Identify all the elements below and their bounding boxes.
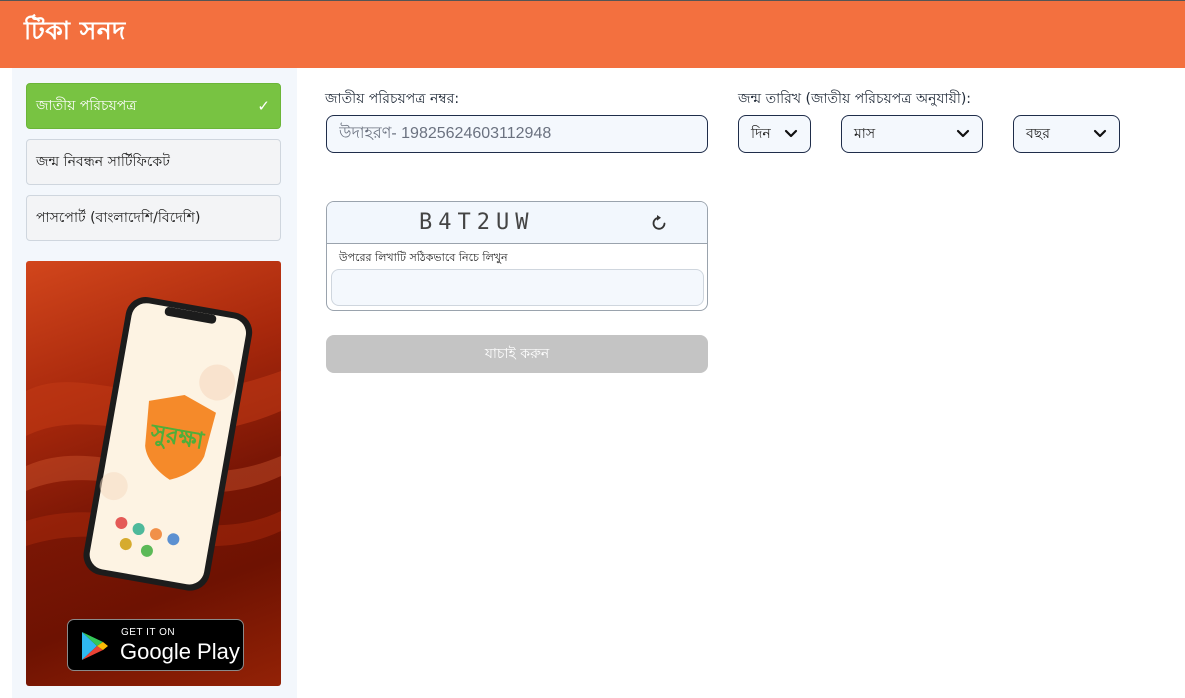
store-badge-caption: GET IT ON [121,627,176,638]
sidebar-item-label: জাতীয় পরিচয়পত্র [36,98,137,114]
chevron-down-icon [784,129,798,138]
year-select[interactable]: বছর [1013,115,1120,153]
app-header: টিকা সনদ [0,0,1185,68]
captcha-hint: উপরের লিখাটি সঠিকভাবে নিচে লিখুন [339,251,508,264]
refresh-icon[interactable] [649,213,669,233]
app-promo-banner: সুরক্ষা GET IT ON Google Play [26,261,281,686]
verify-button[interactable]: যাচাই করুন [326,335,708,373]
captcha-input[interactable] [331,269,704,306]
month-select[interactable]: মাস [841,115,983,153]
day-select[interactable]: দিন [738,115,811,153]
chevron-down-icon [956,129,970,138]
sidebar-item-label: পাসপোর্ট (বাংলাদেশি/বিদেশি) [36,210,201,226]
month-select-value: মাস [854,126,876,142]
google-play-badge[interactable]: GET IT ON Google Play [67,619,244,671]
store-badge-name: Google Play [120,639,240,664]
sidebar-item-nid[interactable]: জাতীয় পরিচয়পত্র ✓ [26,83,281,129]
sidebar-item-passport[interactable]: পাসপোর্ট (বাংলাদেশি/বিদেশি) [26,195,281,241]
chevron-down-icon [1093,129,1107,138]
day-select-value: দিন [751,126,771,142]
nid-input[interactable] [326,115,708,153]
page-title: টিকা সনদ [24,16,126,45]
sidebar-item-label: জন্ম নিবন্ধন সার্টিফিকেট [36,154,170,170]
dob-label: জন্ম তারিখ (জাতীয় পরিচয়পত্র অনুযায়ী): [738,91,972,107]
captcha-code: B4T2UW [419,210,535,235]
captcha-display: B4T2UW [327,202,707,244]
captcha-panel: B4T2UW উপরের লিখাটি সঠিকভাবে নিচে লিখুন [326,201,708,311]
year-select-value: বছর [1026,126,1050,142]
nid-label: জাতীয় পরিচয়পত্র নম্বর: [325,91,460,107]
check-icon: ✓ [257,97,270,115]
play-store-icon [82,632,108,660]
sidebar: জাতীয় পরিচয়পত্র ✓ জন্ম নিবন্ধন সার্টিফ… [12,68,297,698]
sidebar-item-birth-certificate[interactable]: জন্ম নিবন্ধন সার্টিফিকেট [26,139,281,185]
